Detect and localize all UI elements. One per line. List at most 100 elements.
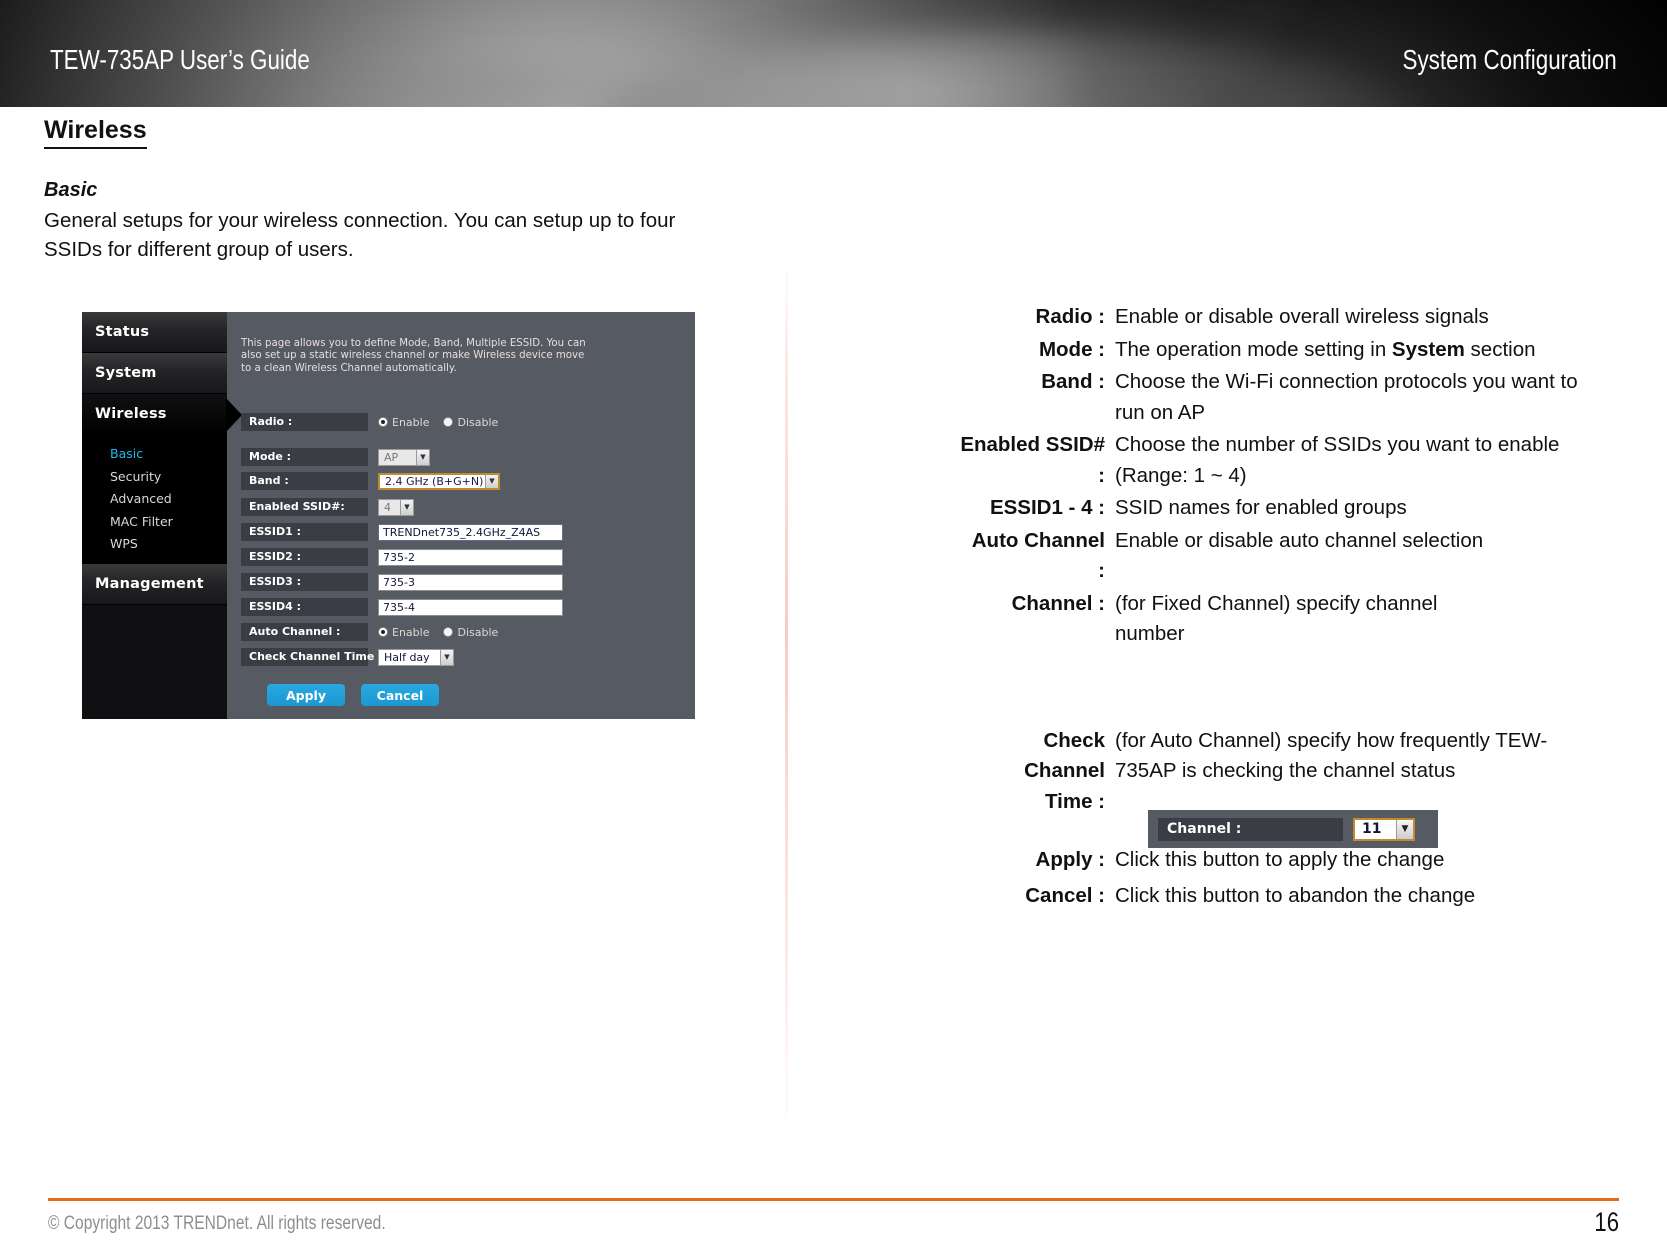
field-row-essid2: ESSID2 : 735-2 bbox=[241, 548, 563, 566]
field-label-auto-channel: Auto Channel : bbox=[241, 623, 368, 641]
radio-option-auto-channel-disable[interactable]: Disable bbox=[443, 626, 498, 639]
radio-label-disable: Disable bbox=[457, 415, 499, 429]
field-value-essid2: 735-2 bbox=[378, 548, 563, 566]
select-mode-value: AP bbox=[384, 450, 399, 464]
description-row-mode: Mode : The operation mode setting in Sys… bbox=[960, 335, 1580, 366]
field-label-essid4: ESSID4 : bbox=[241, 598, 368, 616]
channel-field-screenshot: Channel : 11 ▼ bbox=[1148, 810, 1438, 848]
chevron-down-icon[interactable]: ▼ bbox=[400, 499, 413, 515]
description-term-band: Band : bbox=[1041, 370, 1105, 393]
description-row-cancel: Cancel : Click this button to abandon th… bbox=[960, 881, 1580, 912]
radio-option-enable[interactable]: Enable bbox=[378, 416, 429, 429]
footer-divider bbox=[48, 1198, 1619, 1201]
description-mode-pre: The operation mode setting in bbox=[1115, 337, 1392, 361]
chevron-down-icon[interactable]: ▼ bbox=[1396, 819, 1413, 839]
input-essid3[interactable]: 735-3 bbox=[378, 573, 563, 591]
radio-option-disable[interactable]: Disable bbox=[443, 416, 498, 429]
channel-inset-select[interactable]: 11 ▼ bbox=[1353, 817, 1415, 841]
radio-icon-auto-channel-disable[interactable] bbox=[443, 627, 454, 637]
apply-button[interactable]: Apply bbox=[267, 684, 345, 706]
description-term-mode: Mode : bbox=[1038, 337, 1105, 361]
sidebar-subitem-security[interactable]: Security bbox=[82, 465, 227, 488]
sidebar-item-status[interactable]: Status bbox=[82, 312, 227, 353]
description-text-enabled-ssid: Choose the number of SSIDs you want to e… bbox=[1115, 433, 1560, 487]
radio-label-auto-channel-disable: Disable bbox=[457, 625, 499, 639]
description-term-apply: Apply : bbox=[1035, 848, 1105, 871]
description-row-band: Band : Choose the Wi-Fi connection proto… bbox=[960, 367, 1580, 428]
select-mode[interactable]: AP ▼ bbox=[378, 448, 430, 466]
subsection-heading: Basic bbox=[44, 179, 98, 201]
input-essid1[interactable]: TRENDnet735_2.4GHz_Z4AS bbox=[378, 523, 563, 541]
description-text-check-channel-time: (for Auto Channel) specify how frequentl… bbox=[1115, 728, 1548, 783]
field-value-check-channel-time: Half day ▼ bbox=[378, 648, 454, 666]
field-value-enabled-ssid: 4 ▼ bbox=[378, 498, 414, 516]
description-row-check-channel-time: Check Channel Time : (for Auto Channel) … bbox=[960, 726, 1580, 818]
cancel-button[interactable]: Cancel bbox=[361, 684, 439, 706]
description-text-auto-channel: Enable or disable auto channel selection bbox=[1115, 528, 1484, 552]
router-page-description: This page allows you to define Mode, Ban… bbox=[241, 338, 586, 374]
field-value-mode: AP ▼ bbox=[378, 448, 430, 466]
field-label-essid2: ESSID2 : bbox=[241, 548, 368, 566]
radio-icon-enable[interactable] bbox=[378, 417, 388, 427]
field-label-mode: Mode : bbox=[241, 448, 368, 466]
select-enabled-ssid-value: 4 bbox=[384, 500, 391, 514]
select-check-channel-time[interactable]: Half day ▼ bbox=[378, 648, 454, 666]
description-text-essid: SSID names for enabled groups bbox=[1115, 496, 1407, 519]
page-content: Wireless Basic General setups for your w… bbox=[0, 107, 1667, 1237]
sidebar-item-wireless[interactable]: Wireless bbox=[82, 394, 242, 435]
field-value-essid1: TRENDnet735_2.4GHz_Z4AS bbox=[378, 523, 563, 541]
sidebar-group-wireless: Wireless Basic Security Advanced MAC Fil… bbox=[82, 394, 242, 564]
radio-icon-auto-channel-enable[interactable] bbox=[378, 627, 388, 637]
description-text-apply: Click this button to apply the change bbox=[1115, 848, 1445, 871]
page-header-banner: TEW-735AP User’s Guide System Configurat… bbox=[0, 0, 1667, 107]
sidebar-subitem-mac-filter[interactable]: MAC Filter bbox=[82, 510, 227, 533]
input-essid4[interactable]: 735-4 bbox=[378, 598, 563, 616]
page-number: 16 bbox=[1594, 1207, 1619, 1237]
field-row-check-channel-time: Check Channel Time : Half day ▼ bbox=[241, 648, 454, 666]
description-text-band: Choose the Wi-Fi connection protocols yo… bbox=[1115, 370, 1578, 424]
column-divider bbox=[785, 257, 788, 1147]
sidebar-item-system[interactable]: System bbox=[82, 353, 227, 394]
description-term-essid: ESSID1 - 4 : bbox=[989, 496, 1105, 519]
sidebar-subitem-advanced[interactable]: Advanced bbox=[82, 488, 227, 511]
description-row-channel: Channel : (for Fixed Channel) specify ch… bbox=[960, 589, 1580, 650]
field-label-enabled-ssid: Enabled SSID#: bbox=[241, 498, 368, 516]
sidebar-item-management[interactable]: Management bbox=[82, 563, 227, 605]
chevron-down-icon[interactable]: ▼ bbox=[416, 449, 429, 465]
field-row-essid3: ESSID3 : 735-3 bbox=[241, 573, 563, 591]
select-check-channel-time-value: Half day bbox=[384, 650, 430, 664]
description-mode-post: section bbox=[1464, 337, 1536, 361]
field-row-band: Band : 2.4 GHz (B+G+N) ▼ bbox=[241, 472, 500, 490]
select-band[interactable]: 2.4 GHz (B+G+N) ▼ bbox=[378, 472, 500, 490]
radio-option-auto-channel-enable[interactable]: Enable bbox=[378, 626, 429, 639]
description-term-auto-channel: Auto Channel : bbox=[971, 528, 1105, 583]
chevron-down-icon[interactable]: ▼ bbox=[485, 474, 498, 488]
router-admin-screenshot: Status System Wireless Basic Security Ad… bbox=[82, 312, 695, 719]
channel-inset-value: 11 bbox=[1362, 821, 1382, 837]
channel-inset-label: Channel : bbox=[1158, 817, 1343, 841]
radio-label-enable: Enable bbox=[392, 415, 430, 429]
select-enabled-ssid[interactable]: 4 ▼ bbox=[378, 498, 414, 516]
field-label-essid1: ESSID1 : bbox=[241, 523, 368, 541]
description-row-essid: ESSID1 - 4 : SSID names for enabled grou… bbox=[960, 493, 1580, 524]
sidebar-subitem-wps[interactable]: WPS bbox=[82, 533, 227, 556]
description-term-check-channel-time: Check Channel Time : bbox=[1024, 728, 1105, 813]
input-essid2[interactable]: 735-2 bbox=[378, 548, 563, 566]
select-band-value: 2.4 GHz (B+G+N) bbox=[385, 474, 484, 488]
field-label-band: Band : bbox=[241, 472, 368, 490]
description-row-enabled-ssid: Enabled SSID# : Choose the number of SSI… bbox=[960, 430, 1580, 491]
field-value-band: 2.4 GHz (B+G+N) ▼ bbox=[378, 472, 500, 490]
field-value-essid3: 735-3 bbox=[378, 573, 563, 591]
router-sidebar: Status System Wireless Basic Security Ad… bbox=[82, 312, 242, 719]
description-mode-bold: System bbox=[1391, 337, 1465, 361]
description-term-cancel: Cancel : bbox=[1025, 883, 1105, 907]
description-row-auto-channel: Auto Channel : Enable or disable auto ch… bbox=[960, 526, 1580, 587]
description-text-cancel: Click this button to abandon the change bbox=[1115, 883, 1476, 907]
field-label-radio: Radio : bbox=[241, 413, 368, 431]
sidebar-subitem-basic[interactable]: Basic bbox=[82, 443, 227, 466]
chevron-down-icon[interactable]: ▼ bbox=[440, 649, 453, 665]
field-row-mode: Mode : AP ▼ bbox=[241, 448, 430, 466]
radio-icon-disable[interactable] bbox=[443, 417, 454, 427]
field-row-enabled-ssid: Enabled SSID#: 4 ▼ bbox=[241, 498, 414, 516]
field-value-essid4: 735-4 bbox=[378, 598, 563, 616]
